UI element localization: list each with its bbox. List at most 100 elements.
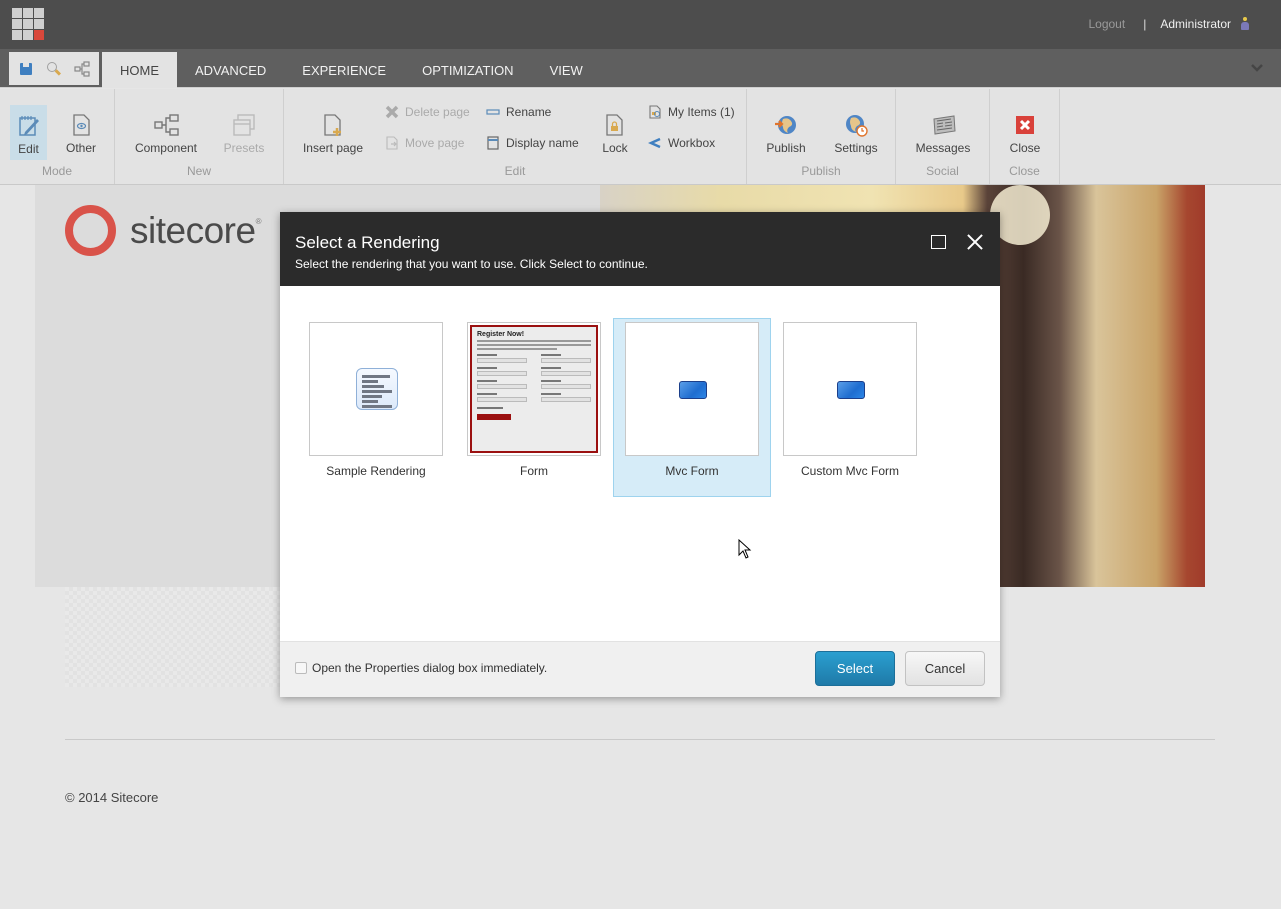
blue-button-icon	[837, 381, 865, 399]
delete-x-icon	[385, 105, 399, 119]
rendering-label: Sample Rendering	[326, 464, 426, 478]
rendering-thumbnail	[309, 322, 443, 456]
rendering-tile-custom-mvc-form[interactable]: Custom Mvc Form	[771, 318, 929, 497]
delete-page-button[interactable]: Delete page	[385, 105, 470, 119]
settings-label: Settings	[834, 141, 878, 155]
component-tree-icon	[154, 113, 179, 137]
rename-label: Rename	[506, 105, 552, 119]
launchpad-icon[interactable]	[12, 8, 45, 40]
form-thumb-title: Register Now!	[477, 331, 525, 338]
maximize-icon[interactable]	[931, 235, 946, 249]
top-bar: Logout | Administrator	[0, 0, 1281, 49]
rendering-label: Custom Mvc Form	[800, 464, 899, 478]
close-red-x-icon	[1013, 113, 1037, 137]
workbox-button[interactable]: Workbox	[647, 136, 716, 150]
empty-placeholder[interactable]	[65, 587, 280, 687]
tab-advanced[interactable]: ADVANCED	[177, 52, 284, 88]
rendering-thumbnail	[783, 322, 917, 456]
rendering-tile-sample-rendering[interactable]: Sample Rendering	[297, 318, 455, 497]
select-button[interactable]: Select	[815, 651, 895, 686]
search-icon[interactable]	[46, 61, 62, 77]
navigation-tree-icon[interactable]	[74, 60, 90, 77]
publish-settings-globe-clock-icon	[844, 113, 868, 137]
presets-windows-icon	[232, 113, 256, 137]
newspaper-icon	[931, 113, 956, 137]
component-button[interactable]: Component	[133, 103, 199, 159]
blue-button-icon	[679, 381, 707, 399]
close-icon[interactable]	[965, 232, 985, 252]
sitecore-logo-ring-icon	[65, 205, 116, 256]
username[interactable]: Administrator	[1160, 17, 1231, 31]
ribbon-tabs: HOME ADVANCED EXPERIENCE OPTIMIZATION VI…	[102, 52, 601, 88]
rendering-tile-form[interactable]: Register Now! Form	[455, 318, 613, 497]
sitecore-logo[interactable]: sitecore ®	[65, 205, 261, 256]
tab-home[interactable]: HOME	[102, 52, 177, 88]
rename-field-icon	[486, 105, 500, 119]
collapse-ribbon-chevron-icon[interactable]	[1251, 62, 1263, 74]
publish-label: Publish	[766, 141, 806, 155]
rendering-label: Form	[520, 464, 548, 478]
close-editor-button[interactable]: Close	[1006, 103, 1044, 159]
group-label-publish: Publish	[801, 164, 841, 178]
quick-access-toolbar	[9, 52, 99, 85]
register-form-thumbnail: Register Now!	[470, 325, 598, 453]
select-rendering-dialog: Select a Rendering Select the rendering …	[280, 212, 1000, 697]
presets-label: Presets	[223, 141, 265, 155]
delete-page-label: Delete page	[405, 105, 470, 119]
open-properties-label[interactable]: Open the Properties dialog box immediate…	[312, 661, 547, 675]
my-items-label: My Items (1)	[668, 105, 735, 119]
display-name-label: Display name	[506, 136, 579, 150]
rendering-label: Mvc Form	[665, 464, 719, 478]
lock-icon	[603, 113, 627, 137]
messages-label: Messages	[915, 141, 971, 155]
lock-label: Lock	[602, 141, 628, 155]
dialog-title: Select a Rendering	[295, 233, 440, 252]
dialog-subtitle: Select the rendering that you want to us…	[295, 257, 648, 271]
move-page-button[interactable]: Move page	[385, 136, 464, 150]
preview-eye-icon	[69, 113, 93, 137]
user-icon[interactable]	[1241, 17, 1249, 31]
logo-text: sitecore	[130, 209, 256, 251]
rendering-thumbnail: Register Now!	[467, 322, 601, 456]
my-items-button[interactable]: My Items (1)	[648, 105, 735, 119]
move-page-icon	[385, 136, 399, 150]
cancel-button[interactable]: Cancel	[905, 651, 985, 686]
insert-page-button[interactable]: Insert page	[302, 103, 364, 159]
logout-link[interactable]: Logout	[1088, 17, 1125, 31]
save-icon[interactable]	[18, 61, 34, 77]
document-lines-icon	[356, 368, 398, 410]
publish-button[interactable]: Publish	[763, 103, 809, 159]
ribbon-group-mode: Edit Other Mode	[0, 89, 115, 184]
lock-button[interactable]: Lock	[598, 103, 632, 159]
move-page-label: Move page	[405, 136, 465, 150]
group-label-mode: Mode	[41, 164, 73, 178]
insert-page-icon	[321, 113, 345, 137]
workbox-label: Workbox	[668, 136, 716, 150]
ribbon-group-close: Close Close	[990, 89, 1060, 184]
other-mode-button[interactable]: Other	[62, 103, 100, 159]
workbox-share-icon	[647, 136, 662, 150]
publish-settings-button[interactable]: Settings	[831, 103, 881, 159]
ribbon-tab-bar: HOME ADVANCED EXPERIENCE OPTIMIZATION VI…	[0, 49, 1281, 88]
ribbon: Edit Other Mode Component Presets New In…	[0, 89, 1281, 185]
group-label-social: Social	[926, 164, 959, 178]
messages-button[interactable]: Messages	[913, 103, 973, 159]
edit-label: Edit	[18, 142, 39, 156]
dialog-footer: Open the Properties dialog box immediate…	[280, 641, 1000, 697]
open-properties-checkbox[interactable]	[295, 662, 307, 674]
ribbon-group-publish: Publish Settings Publish	[747, 89, 896, 184]
ribbon-group-social: Messages Social	[896, 89, 990, 184]
renderings-list: Sample Rendering Register Now! Form Mvc …	[280, 286, 1000, 641]
presets-button[interactable]: Presets	[221, 103, 267, 159]
tab-experience[interactable]: EXPERIENCE	[284, 52, 404, 88]
display-name-button[interactable]: Display name	[486, 136, 579, 150]
my-items-icon	[648, 105, 662, 119]
rename-button[interactable]: Rename	[486, 105, 551, 119]
rendering-tile-mvc-form[interactable]: Mvc Form	[613, 318, 771, 497]
tab-view[interactable]: VIEW	[532, 52, 601, 88]
publish-globe-icon	[774, 113, 798, 137]
edit-mode-button[interactable]: Edit	[10, 105, 47, 160]
separator: |	[1143, 17, 1147, 31]
tab-optimization[interactable]: OPTIMIZATION	[404, 52, 531, 88]
close-label: Close	[1009, 141, 1041, 155]
